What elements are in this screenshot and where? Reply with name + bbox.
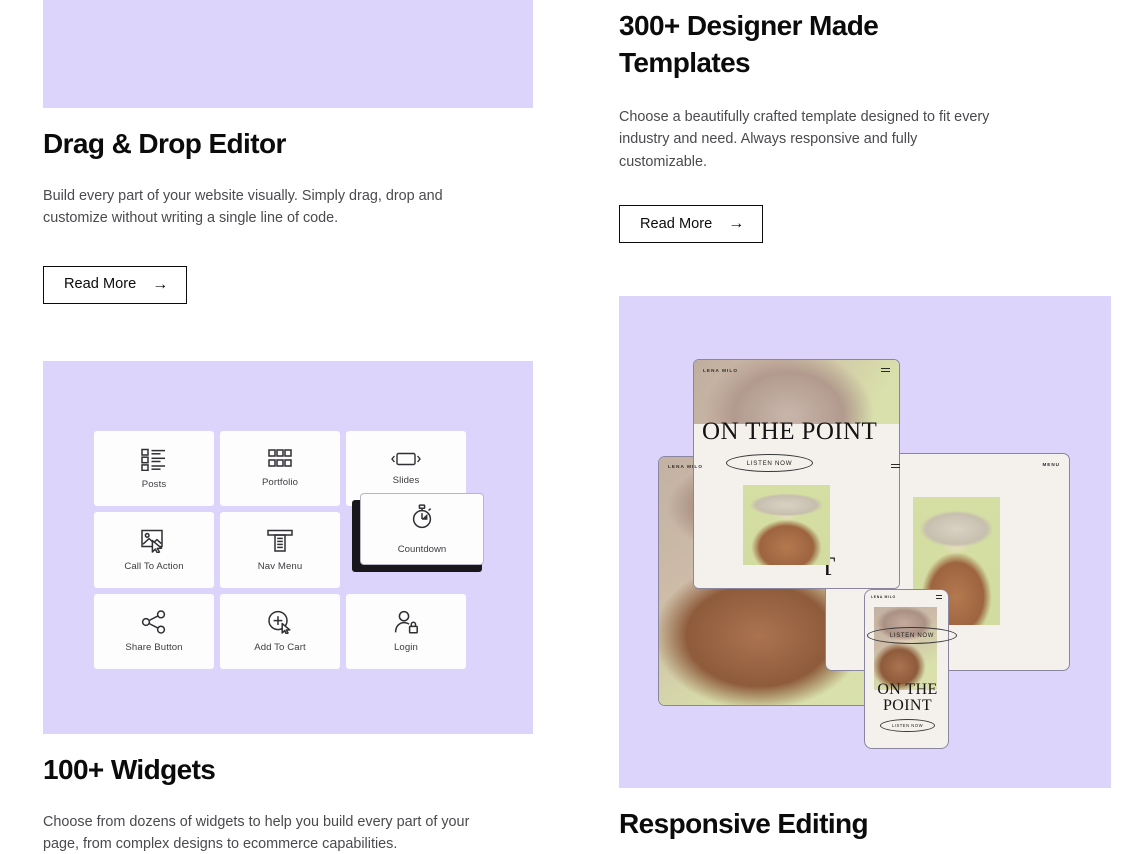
mockup-headline-line2: POINT bbox=[882, 697, 933, 715]
widgets-title: 100+ Widgets bbox=[43, 754, 216, 785]
mockup-topbar: MENU bbox=[826, 454, 1069, 474]
responsive-editing-title: Responsive Editing bbox=[619, 808, 869, 839]
mockup-button-label: LISTEN NOW bbox=[889, 632, 935, 639]
widgets-text-block: 100+ Widgets Choose from dozens of widge… bbox=[43, 752, 473, 854]
mockup-listen-now-button[interactable]: LISTEN NOW bbox=[880, 719, 935, 732]
widget-label: Nav Menu bbox=[257, 560, 303, 572]
image-cursor-icon bbox=[141, 529, 167, 553]
mockup-topbar: LENA MILO bbox=[865, 590, 948, 604]
responsive-editing-image: LENA MILO MENU OINT LISTEN NOW LENA MILO… bbox=[619, 296, 1111, 788]
read-more-label: Read More bbox=[640, 215, 713, 232]
mockup-headline: ON THE POINT bbox=[702, 418, 878, 445]
grid-squares-icon bbox=[268, 449, 292, 469]
share-nodes-icon bbox=[141, 610, 167, 634]
templates-title: 300+ Designer Made Templates bbox=[619, 10, 879, 78]
mockup-menu-label[interactable]: MENU bbox=[1042, 462, 1060, 467]
widget-cell-countdown[interactable]: Countdown bbox=[360, 493, 484, 565]
hamburger-menu-icon[interactable] bbox=[881, 366, 890, 373]
widget-label: Share Button bbox=[125, 642, 183, 654]
mockup-brand: LENA MILO bbox=[703, 367, 738, 373]
drag-drop-editor-block: Drag & Drop Editor Build every part of y… bbox=[43, 126, 473, 304]
mockup-brand: LENA MILO bbox=[668, 463, 703, 469]
mockup-photo-tall bbox=[874, 607, 937, 690]
widget-label: Slides bbox=[392, 475, 420, 487]
plus-cart-cursor-icon bbox=[267, 610, 293, 635]
page-title: Drag & Drop Editor bbox=[43, 128, 286, 159]
widget-label: Countdown bbox=[397, 543, 447, 555]
mockup-button-label: LISTEN NOW bbox=[891, 723, 924, 728]
widget-cell-add-to-cart[interactable]: Add To Cart bbox=[220, 593, 340, 669]
widget-cell-login[interactable]: Login bbox=[346, 593, 466, 669]
widget-label: Call To Action bbox=[124, 560, 184, 572]
widget-cell-nav-menu[interactable]: Nav Menu bbox=[220, 512, 340, 588]
widget-cell-posts[interactable]: Posts bbox=[94, 431, 214, 507]
mockup-topbar: LENA MILO bbox=[694, 360, 899, 380]
templates-body: Choose a beautifully crafted template de… bbox=[619, 108, 990, 170]
arrow-right-icon: → bbox=[152, 275, 169, 293]
read-more-label: Read More bbox=[64, 276, 137, 293]
widget-label: Posts bbox=[141, 479, 167, 491]
arrow-right-icon: → bbox=[728, 214, 745, 232]
features-section: Drag & Drop Editor Build every part of y… bbox=[0, 0, 1132, 854]
drag-drop-editor-body: Build every part of your website visuall… bbox=[43, 187, 443, 227]
widget-cell-share-button[interactable]: Share Button bbox=[94, 593, 214, 669]
slides-carousel-icon bbox=[391, 451, 421, 467]
widget-cell-portfolio[interactable]: Portfolio bbox=[220, 431, 340, 507]
responsive-editing-text-block: Responsive Editing bbox=[619, 806, 1049, 843]
posts-list-icon bbox=[141, 447, 167, 472]
drag-drop-editor-image bbox=[43, 0, 533, 108]
mockup-listen-now-button[interactable]: LISTEN NOW bbox=[867, 627, 957, 644]
mockup-headline-line1: ON THE bbox=[877, 681, 938, 698]
mockup-phone: LENA MILO ON THE POINT LISTEN NOW bbox=[864, 589, 949, 749]
user-lock-icon bbox=[393, 610, 419, 634]
mockup-photo-hat bbox=[743, 485, 830, 565]
stopwatch-icon bbox=[409, 503, 435, 535]
hamburger-menu-icon[interactable] bbox=[936, 593, 942, 600]
nav-menu-icon bbox=[267, 529, 293, 553]
widget-label: Portfolio bbox=[261, 477, 299, 489]
mockup-headline: ON THE POINT bbox=[870, 681, 945, 715]
widget-cell-call-to-action[interactable]: Call To Action bbox=[94, 512, 214, 588]
read-more-button-templates[interactable]: Read More → bbox=[619, 204, 764, 243]
widget-label: Login bbox=[394, 642, 418, 654]
designer-made-templates-block: 300+ Designer Made Templates Choose a be… bbox=[619, 8, 1019, 243]
widgets-body: Choose from dozens of widgets to help yo… bbox=[43, 813, 470, 853]
widget-label: Add To Cart bbox=[254, 642, 306, 654]
mockup-brand: LENA MILO bbox=[871, 595, 896, 599]
read-more-button-drag-drop[interactable]: Read More → bbox=[43, 265, 188, 304]
